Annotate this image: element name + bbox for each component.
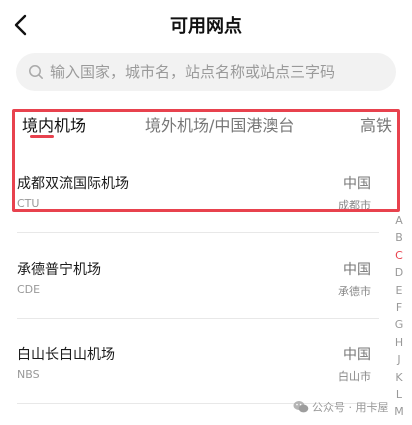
index-letter-g[interactable]: G xyxy=(391,316,407,333)
watermark: 公众号 · 用卡屋 xyxy=(293,399,389,415)
station-city: 白山市 xyxy=(338,370,371,383)
station-name: 成都双流国际机场 xyxy=(17,176,129,192)
tab-bar: 境内机场 境外机场/中国港澳台 高铁 xyxy=(0,112,412,146)
index-letter-k[interactable]: K xyxy=(391,369,407,386)
search-bar[interactable] xyxy=(16,53,396,91)
watermark-text: 公众号 · 用卡屋 xyxy=(312,401,389,414)
tab-high-speed-rail[interactable]: 高铁 xyxy=(360,112,392,136)
station-code: NBS xyxy=(17,368,40,381)
search-input[interactable] xyxy=(50,63,380,81)
tab-domestic-airports[interactable]: 境内机场 xyxy=(22,112,86,136)
active-tab-indicator xyxy=(30,135,54,138)
station-name: 承德普宁机场 xyxy=(17,262,101,278)
wechat-icon xyxy=(293,401,309,413)
divider xyxy=(17,318,379,319)
alphabet-index[interactable]: A B C D E F G H J K L M xyxy=(391,212,407,421)
index-letter-m[interactable]: M xyxy=(391,403,407,420)
station-code: CTU xyxy=(17,197,40,210)
station-city: 成都市 xyxy=(338,199,371,212)
index-letter-c[interactable]: C xyxy=(391,247,407,264)
station-row-ctu[interactable]: 成都双流国际机场 CTU 中国 成都市 xyxy=(17,173,379,233)
index-letter-j[interactable]: J xyxy=(391,351,407,368)
index-letter-b[interactable]: B xyxy=(391,229,407,246)
station-country: 中国 xyxy=(343,262,371,278)
tab-overseas-airports[interactable]: 境外机场/中国港澳台 xyxy=(145,112,294,136)
station-row-cde[interactable]: 承德普宁机场 CDE 中国 承德市 xyxy=(17,259,379,319)
index-letter-l[interactable]: L xyxy=(391,386,407,403)
header: 可用网点 xyxy=(0,0,412,50)
station-city: 承德市 xyxy=(338,285,371,298)
index-letter-d[interactable]: D xyxy=(391,264,407,281)
index-letter-e[interactable]: E xyxy=(391,282,407,299)
index-letter-a[interactable]: A xyxy=(391,212,407,229)
index-letter-h[interactable]: H xyxy=(391,334,407,351)
station-code: CDE xyxy=(17,283,41,296)
divider xyxy=(17,232,379,233)
page-title: 可用网点 xyxy=(170,16,242,37)
index-letter-f[interactable]: F xyxy=(391,299,407,316)
station-name: 白山长白山机场 xyxy=(17,347,115,363)
station-row-nbs[interactable]: 白山长白山机场 NBS 中国 白山市 xyxy=(17,344,379,404)
station-country: 中国 xyxy=(343,347,371,363)
search-icon xyxy=(29,65,43,79)
station-country: 中国 xyxy=(343,176,371,192)
